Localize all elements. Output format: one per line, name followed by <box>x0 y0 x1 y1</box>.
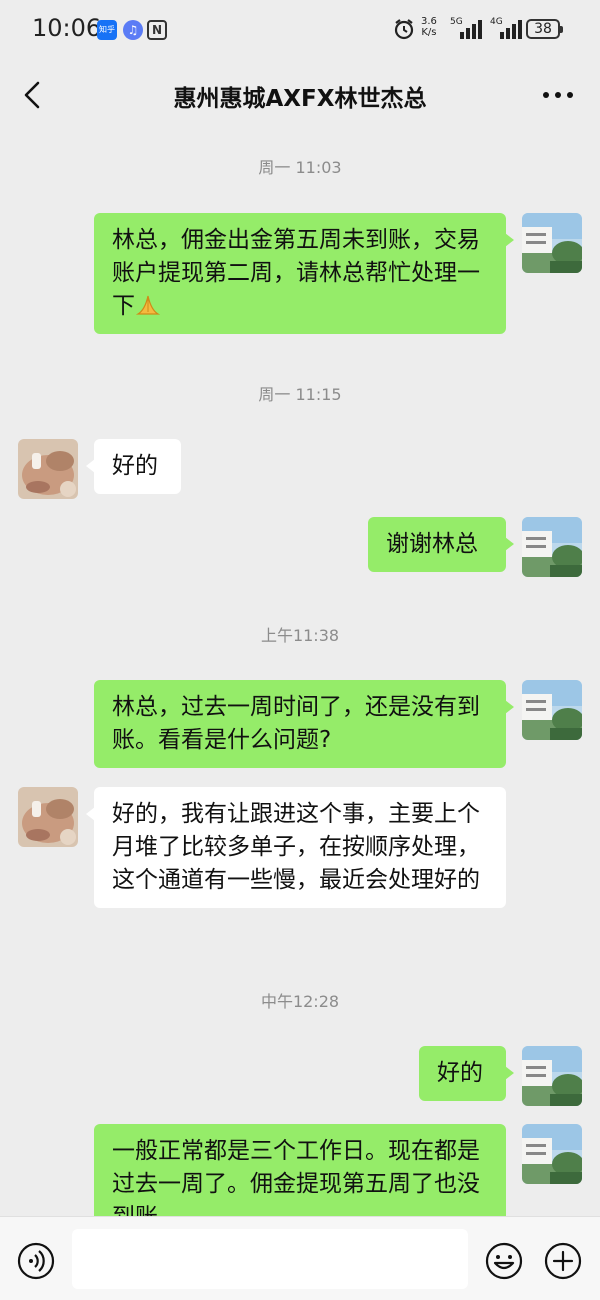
message-text: 林总，佣金出金第五周未到账，交易账户提现第二周，请林总帮忙处理一下 <box>112 227 480 319</box>
contact-avatar[interactable] <box>18 787 78 847</box>
music-icon: ♫ <box>123 20 143 40</box>
message-text: 林总，过去一周时间了，还是没有到账。看看是什么问题? <box>112 694 480 753</box>
folded-hands-icon <box>135 295 161 315</box>
self-avatar[interactable] <box>522 680 582 740</box>
self-avatar[interactable] <box>522 213 582 273</box>
emoji-icon[interactable] <box>484 1241 524 1281</box>
status-bar: 10:06 知乎 ♫ N 3.6 K/s 5G 4G 38 <box>0 0 600 60</box>
self-avatar[interactable] <box>522 517 582 577</box>
timestamp: 周一 11:03 <box>258 158 342 177</box>
timestamp: 上午11:38 <box>260 626 340 645</box>
message-bubble-sent[interactable]: 一般正常都是三个工作日。现在都是过去一周了。佣金提现第五周了也没到账 <box>94 1124 506 1216</box>
input-bar <box>0 1216 600 1300</box>
message-bubble-sent[interactable]: 林总，过去一周时间了，还是没有到账。看看是什么问题? <box>94 680 514 768</box>
status-time: 10:06 <box>32 14 102 42</box>
message-bubble-sent[interactable]: 林总，佣金出金第五周未到账，交易账户提现第二周，请林总帮忙处理一下 <box>94 213 514 334</box>
chat-screen: 10:06 知乎 ♫ N 3.6 K/s 5G 4G 38 惠州惠城AXFX林世… <box>0 0 600 1300</box>
signal-5g-icon <box>460 20 482 39</box>
message-text: 谢谢林总 <box>386 531 478 557</box>
message-text: 好的 <box>112 453 158 479</box>
battery-icon: 38 <box>526 19 563 39</box>
message-bubble-received[interactable]: 好的 <box>86 439 181 494</box>
nfc-icon: N <box>147 20 167 40</box>
message-text: 一般正常都是三个工作日。现在都是过去一周了。佣金提现第五周了也没到账 <box>112 1138 480 1216</box>
timestamp: 周一 11:15 <box>258 385 342 404</box>
message-input[interactable] <box>72 1229 468 1289</box>
signal-4g-icon <box>500 20 522 39</box>
voice-input-icon[interactable] <box>16 1241 56 1281</box>
timestamp: 中午12:28 <box>260 992 340 1011</box>
contact-avatar[interactable] <box>18 439 78 499</box>
message-text: 好的 <box>437 1060 483 1086</box>
message-bubble-sent[interactable]: 谢谢林总 <box>368 517 514 572</box>
message-text: 好的，我有让跟进这个事，主要上个月堆了比较多单子，在按顺序处理，这个通道有一些慢… <box>112 801 480 893</box>
plus-icon[interactable] <box>543 1241 583 1281</box>
more-icon[interactable] <box>538 80 578 110</box>
self-avatar[interactable] <box>522 1046 582 1106</box>
battery-level: 38 <box>534 21 552 37</box>
title-bar: 惠州惠城AXFX林世杰总 <box>0 60 600 130</box>
network-speed: 3.6 K/s <box>421 16 437 38</box>
alarm-icon <box>394 19 414 40</box>
zhihu-icon: 知乎 <box>97 20 117 40</box>
message-bubble-received[interactable]: 好的，我有让跟进这个事，主要上个月堆了比较多单子，在按顺序处理，这个通道有一些慢… <box>86 787 506 908</box>
message-bubble-sent[interactable]: 好的 <box>419 1046 514 1101</box>
self-avatar[interactable] <box>522 1124 582 1184</box>
chat-title: 惠州惠城AXFX林世杰总 <box>173 86 427 112</box>
